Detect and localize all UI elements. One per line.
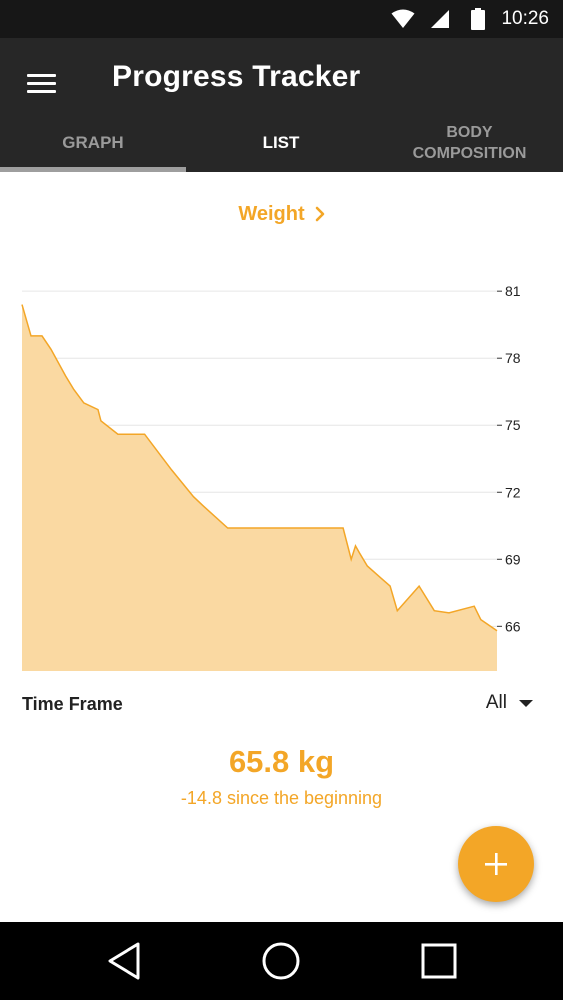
y-tick-label: 72 — [505, 484, 521, 500]
weight-chart: 81 78 75 72 69 66 — [21, 283, 521, 671]
time-frame-dropdown[interactable]: All — [486, 688, 533, 718]
system-nav-bar — [0, 922, 563, 1000]
chevron-right-icon — [315, 206, 324, 222]
back-triangle-icon — [108, 942, 140, 980]
app-title: Progress Tracker — [112, 60, 361, 93]
tab-list[interactable]: LIST — [186, 114, 376, 172]
metric-selector[interactable]: Weight — [0, 196, 563, 232]
weight-area-fill — [22, 304, 497, 671]
y-tick-label: 75 — [505, 417, 521, 433]
cellular-signal-icon — [430, 0, 450, 38]
clock-time: 10:26 — [501, 8, 549, 29]
battery-icon — [471, 0, 485, 38]
y-tick-label: 69 — [505, 551, 521, 567]
status-bar: 10:26 — [0, 0, 563, 38]
home-circle-icon — [262, 942, 300, 980]
y-tick-label: 66 — [505, 618, 521, 634]
y-tick-label: 78 — [505, 350, 521, 366]
tab-indicator — [0, 167, 186, 172]
tab-body-composition-line-1: BODY — [446, 124, 493, 141]
recents-square-icon — [421, 943, 457, 979]
chart-y-tick-labels: 81 78 75 72 69 66 — [497, 283, 521, 634]
current-weight-value: 65.8 kg — [228, 744, 335, 779]
weight-change-text: -14.8 since the beginning — [180, 788, 383, 808]
home-button[interactable] — [241, 922, 321, 1000]
add-entry-button[interactable] — [458, 826, 534, 902]
recents-button[interactable] — [399, 922, 479, 1000]
dropdown-arrow-icon — [519, 699, 533, 707]
tab-graph[interactable]: GRAPH — [0, 114, 186, 172]
menu-button[interactable] — [22, 66, 62, 98]
app-bar: Progress Tracker GRAPH LIST BODY COMPOSI… — [0, 38, 563, 172]
plus-icon — [485, 853, 507, 875]
metric-label: Weight — [238, 202, 305, 225]
tab-body-composition-line-2: COMPOSITION — [412, 145, 527, 162]
tab-body-composition[interactable]: BODY COMPOSITION — [376, 114, 563, 172]
back-button[interactable] — [84, 922, 164, 1000]
y-tick-label: 81 — [505, 283, 521, 299]
hamburger-menu-icon — [27, 74, 56, 77]
wifi-icon — [391, 0, 415, 38]
time-frame-label: Time Frame — [22, 694, 123, 714]
time-frame-selected: All — [485, 692, 507, 713]
